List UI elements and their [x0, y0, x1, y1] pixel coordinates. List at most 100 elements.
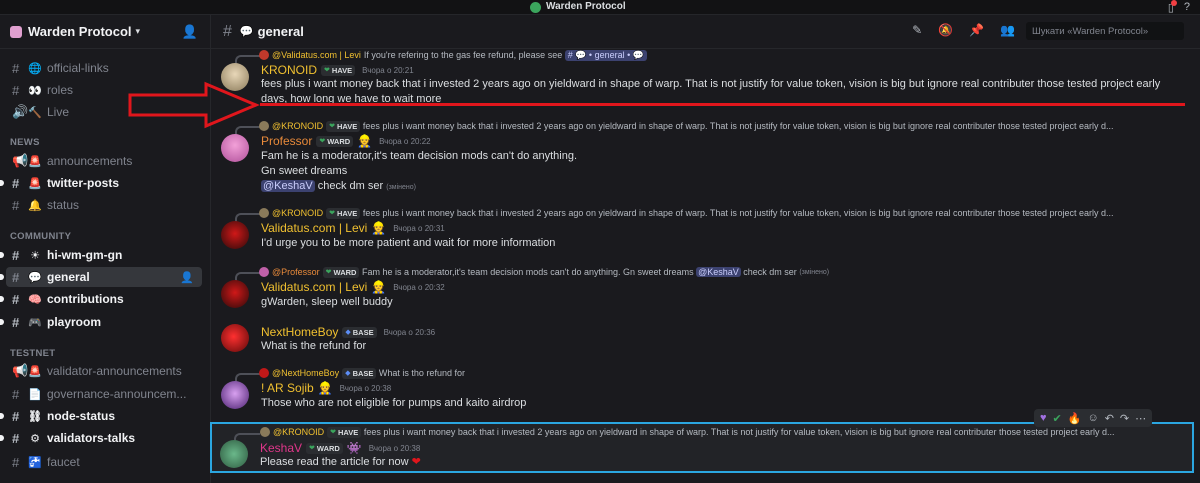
warden-logo-icon: [530, 1, 541, 13]
message-content: Fam he is a moderator,it's team decision…: [261, 149, 577, 195]
category-testnet[interactable]: TESTNET: [10, 348, 55, 359]
title-bar: Warden Protocol ▯ ?: [0, 0, 1200, 15]
message-author[interactable]: KRONOID: [261, 63, 317, 77]
sidebar-item-label: official-links: [47, 61, 109, 75]
sidebar-item-contributions[interactable]: # 🧠 contributions: [0, 289, 202, 309]
server-header[interactable]: Warden Protocol ▾ 👤: [0, 15, 210, 49]
message-line: fees plus i want money back that i inves…: [261, 78, 1161, 90]
avatar[interactable]: [221, 221, 249, 249]
notification-mute-icon[interactable]: 🔕: [938, 23, 953, 37]
pin-icon[interactable]: 📌: [969, 23, 984, 37]
document-icon: 📄: [28, 388, 42, 401]
unread-indicator: [0, 413, 4, 419]
search-input[interactable]: [1026, 22, 1184, 40]
reply-preview[interactable]: @KRONOID ❤ HAVE fees plus i want money ba…: [260, 426, 1190, 438]
category-news[interactable]: NEWS: [10, 137, 40, 148]
reply-preview[interactable]: @Professor ❤ WARD Fam he is a moderator,i…: [259, 266, 1189, 278]
message-author[interactable]: Validatus.com | Levi: [261, 280, 367, 294]
reply-icon[interactable]: ↶: [1105, 412, 1114, 425]
avatar[interactable]: [221, 324, 249, 352]
sidebar-item-node-status[interactable]: # ⛓ node-status: [0, 406, 202, 426]
eyes-icon: 👀: [28, 84, 42, 97]
reply-preview[interactable]: @Validatus.com | Levi If you're refering…: [259, 49, 1189, 61]
red-arrow-annotation: [128, 81, 260, 129]
sidebar-item-validators-talks[interactable]: # ⚙ validators-talks: [0, 428, 202, 448]
threads-icon[interactable]: ✎: [912, 23, 922, 37]
sidebar-item-label: contributions: [47, 292, 124, 306]
avatar[interactable]: [221, 134, 249, 162]
channel-title: general: [257, 24, 304, 39]
brain-icon: 🧠: [28, 293, 42, 306]
reply-text: If you're refering to the gas fee refund…: [363, 50, 563, 60]
message-author[interactable]: Professor: [261, 134, 312, 148]
message-timestamp: Вчора о 20:32: [393, 282, 445, 292]
reply-text: check dm ser: [743, 267, 797, 277]
sidebar-item-hi-wm-gm-gn[interactable]: # ☀ hi-wm-gm-gn: [0, 245, 202, 265]
message-author[interactable]: NextHomeBoy: [261, 325, 338, 339]
message-line: Please read the article for now: [260, 456, 409, 468]
help-icon[interactable]: ?: [1184, 1, 1190, 13]
heart-emoji-icon: ❤: [411, 456, 421, 468]
reply-preview[interactable]: @KRONOID ❤ HAVE fees plus i want money ba…: [259, 207, 1189, 219]
reply-author: @Validatus.com | Levi: [272, 50, 361, 60]
member-list-icon[interactable]: 👥: [1000, 23, 1015, 37]
inbox-icon[interactable]: ▯: [1168, 0, 1177, 14]
sidebar-item-label: twitter-posts: [47, 176, 119, 190]
message-content: gWarden, sleep well buddy: [261, 295, 393, 310]
avatar[interactable]: [221, 280, 249, 308]
link-icon: ⛓: [28, 410, 42, 423]
purple-heart-reaction-icon[interactable]: ♥: [1040, 412, 1047, 424]
fire-reaction-icon[interactable]: 🔥: [1068, 412, 1082, 425]
forward-icon[interactable]: ↷: [1120, 412, 1129, 425]
sun-icon: ☀: [30, 249, 40, 262]
reply-text: What is tho refund for: [378, 368, 465, 378]
more-options-icon[interactable]: ⋯: [1135, 412, 1146, 425]
reply-preview[interactable]: @NextHomeBoy ◆ BASE What is tho refund fo…: [259, 367, 1189, 379]
unread-indicator: [0, 180, 4, 186]
message-content: Please read the article for now ❤: [260, 455, 421, 470]
siren-icon: 🚨: [28, 155, 42, 168]
message-line: Gn sweet dreams: [261, 165, 348, 177]
faucet-icon: 🚰: [28, 456, 42, 469]
sidebar-item-status[interactable]: # 🔔 status: [6, 195, 202, 215]
sidebar-item-playroom[interactable]: # 🎮 playroom: [0, 312, 202, 332]
sidebar-item-official-links[interactable]: # 🌐 official-links: [6, 58, 202, 78]
add-reaction-icon[interactable]: ☺: [1087, 412, 1098, 424]
invite-people-icon[interactable]: 👤: [180, 271, 194, 284]
sidebar-item-twitter-posts[interactable]: # 🚨 twitter-posts: [0, 173, 202, 193]
sidebar-item-governance-announcements[interactable]: # 📄 governance-announcem...: [6, 384, 202, 404]
app-title-text: Warden Protocol: [546, 1, 626, 12]
avatar[interactable]: [221, 381, 249, 409]
message-author[interactable]: KeshaV: [260, 441, 302, 455]
sidebar-item-announcements[interactable]: 📢 🚨 announcements: [6, 151, 202, 171]
sidebar-item-validator-announcements[interactable]: 📢 🚨 validator-announcements: [6, 361, 202, 381]
reply-text: fees plus i want money back that i inves…: [362, 208, 1114, 218]
message-content: What is the refund for: [261, 339, 366, 354]
user-mention[interactable]: @KeshaV: [696, 267, 741, 277]
role-tag: ❤ WARD: [322, 266, 360, 278]
check-reaction-icon[interactable]: ✔: [1053, 412, 1062, 425]
reply-preview[interactable]: @KRONOID ❤ HAVE fees plus i want money ba…: [259, 120, 1189, 132]
sidebar-item-label: Live: [47, 105, 70, 119]
avatar[interactable]: [220, 440, 248, 468]
sidebar-item-faucet[interactable]: # 🚰 faucet: [6, 452, 202, 472]
gear-icon: ⚙: [30, 432, 40, 445]
message-author[interactable]: ! AR Sojib: [261, 381, 314, 395]
reply-text: fees plus i want money back that i inves…: [363, 427, 1115, 437]
reply-avatar: [259, 208, 269, 218]
category-community[interactable]: COMMUNITY: [10, 231, 71, 242]
role-tag: ❤ WARD: [316, 135, 354, 147]
message-item-highlighted[interactable]: @KRONOID ❤ HAVE fees plus i want money ba…: [210, 422, 1194, 473]
reply-avatar: [259, 50, 269, 60]
sidebar-item-general[interactable]: # 💬 general 👤: [0, 267, 202, 287]
user-mention[interactable]: @KeshaV: [261, 180, 315, 192]
sidebar-item-label: governance-announcem...: [47, 387, 187, 401]
message-author[interactable]: Validatus.com | Levi: [261, 221, 367, 235]
edited-label: (змінено): [386, 184, 417, 191]
speech-bubble-icon: 💬: [239, 26, 254, 38]
invite-people-icon[interactable]: 👤: [182, 24, 198, 40]
message-content: I'd urge you to be more patient and wait…: [261, 236, 555, 251]
globe-icon: 🌐: [28, 62, 42, 75]
message-timestamp: Вчора о 20:38: [339, 383, 392, 393]
channel-mention[interactable]: # 💬 • general • 💬: [564, 49, 647, 61]
